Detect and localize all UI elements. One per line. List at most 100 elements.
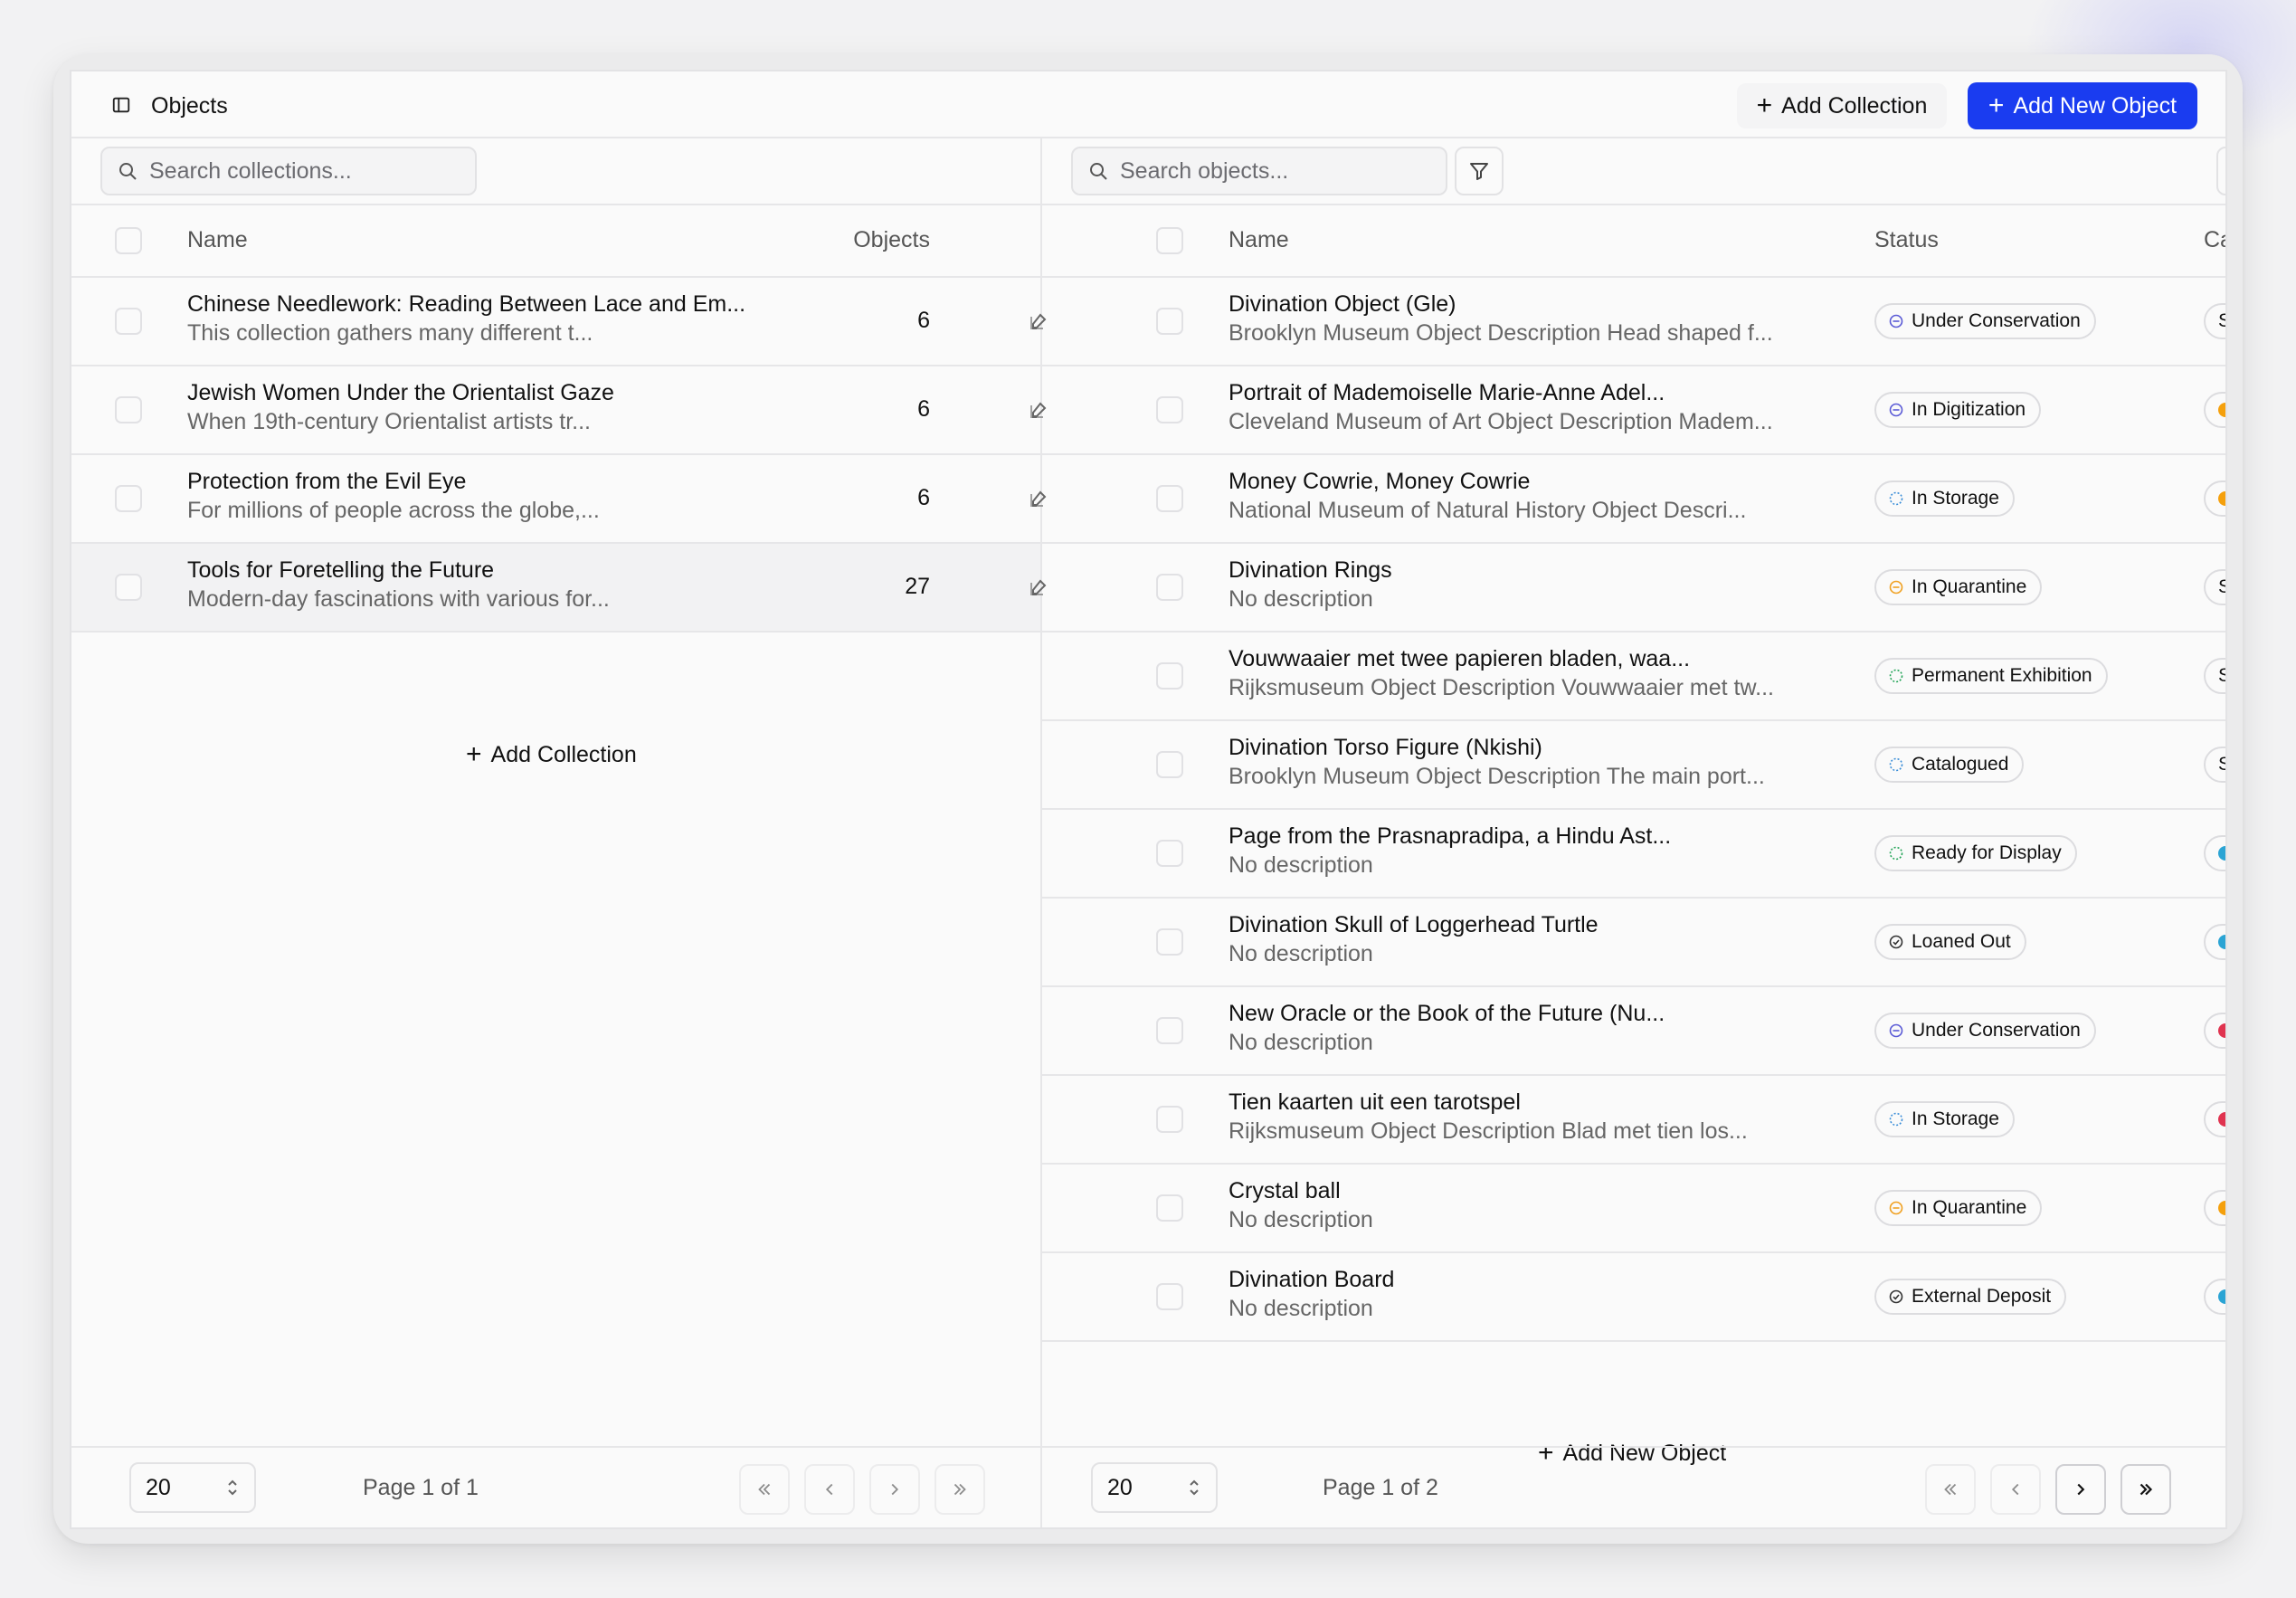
collections-table-header: Name Objects [71, 205, 1040, 278]
row-checkbox[interactable] [1156, 840, 1183, 867]
row-checkbox[interactable] [1156, 485, 1183, 512]
add-new-object-label: Add New Object [2013, 92, 2177, 119]
status-badge: Ready for Display [1874, 835, 2077, 871]
collections-search-input[interactable]: Search collections... [100, 147, 477, 195]
row-checkbox[interactable] [115, 308, 142, 335]
page-size-select[interactable]: 20 [1091, 1462, 1218, 1513]
object-row[interactable]: Portrait of Mademoiselle Marie-Anne Adel… [1042, 366, 2225, 455]
next-page-button[interactable] [869, 1464, 920, 1515]
page-info: Page 1 of 2 [1323, 1475, 1438, 1500]
collection-row[interactable]: Tools for Foretelling the Future Modern-d… [71, 544, 1047, 633]
object-description: No description [1229, 852, 1373, 878]
status-label: Ready for Display [1912, 842, 2062, 863]
category-dot [2218, 1112, 2225, 1127]
sidebar-toggle-icon[interactable] [111, 95, 131, 115]
object-row[interactable]: Money Cowrie, Money Cowrie National Museu… [1042, 455, 2225, 544]
category-badge: Metalwork [2204, 835, 2225, 871]
row-checkbox[interactable] [1156, 662, 1183, 690]
add-collection-button[interactable]: + Add Collection [1737, 83, 1947, 128]
status-badge: Catalogued [1874, 747, 2025, 783]
row-checkbox[interactable] [1156, 1106, 1183, 1133]
object-row[interactable]: Page from the Prasnapradipa, a Hindu Ast… [1042, 810, 2225, 899]
object-title: Tien kaarten uit een tarotspel [1229, 1089, 1521, 1115]
collection-row[interactable]: Protection from the Evil Eye For millions… [71, 455, 1047, 544]
object-description: No description [1229, 1296, 1373, 1321]
status-label: Loaned Out [1912, 931, 2011, 952]
add-collection-link[interactable]: + Add Collection [466, 741, 637, 768]
select-all-checkbox[interactable] [1156, 227, 1183, 254]
row-checkbox[interactable] [1156, 1017, 1183, 1044]
last-page-button[interactable] [2120, 1464, 2171, 1515]
row-checkbox[interactable] [1156, 1283, 1183, 1310]
category-badge: Metalwork [2204, 924, 2225, 960]
next-page-button[interactable] [2055, 1464, 2106, 1515]
collection-object-count: 6 [917, 396, 930, 422]
row-checkbox[interactable] [115, 485, 142, 512]
object-row[interactable]: Divination Rings No description In Quarant… [1042, 544, 2225, 633]
object-row[interactable]: Divination Board No description External D… [1042, 1253, 2225, 1342]
objects-search-input[interactable]: Search objects... [1071, 147, 1447, 195]
select-all-checkbox[interactable] [115, 227, 142, 254]
objects-pagination: 20 Page 1 of 2 [1042, 1446, 2225, 1527]
collection-row[interactable]: Chinese Needlework: Reading Between Lace… [71, 278, 1047, 366]
category-label: Sculpture [2218, 665, 2225, 687]
row-checkbox[interactable] [1156, 574, 1183, 601]
first-page-button[interactable] [739, 1464, 790, 1515]
collection-description: This collection gathers many different t… [187, 320, 593, 346]
last-page-button[interactable] [935, 1464, 985, 1515]
status-label: In Quarantine [1912, 1197, 2027, 1218]
page-size-select[interactable]: 20 [129, 1462, 256, 1513]
collection-object-count: 27 [905, 574, 930, 599]
settings-button[interactable] [2216, 147, 2225, 195]
row-checkbox[interactable] [1156, 1194, 1183, 1222]
add-collection-label: Add Collection [1781, 92, 1928, 119]
collections-search-row: Search collections... [71, 138, 1040, 205]
status-badge: In Digitization [1874, 392, 2042, 428]
objects-search-row: Search objects... [1042, 138, 2225, 205]
row-checkbox[interactable] [1156, 308, 1183, 335]
object-row[interactable]: Divination Skull of Loggerhead Turtle No … [1042, 899, 2225, 987]
collection-row[interactable]: Jewish Women Under the Orientalist Gaze W… [71, 366, 1047, 455]
dashed-circle-icon [1889, 846, 1903, 861]
objects-search-placeholder: Search objects... [1120, 157, 1289, 184]
chevron-left-icon [2011, 1483, 2019, 1496]
category-badge: Sculpture [2204, 747, 2225, 783]
row-checkbox[interactable] [115, 396, 142, 423]
first-page-button[interactable] [1925, 1464, 1976, 1515]
check-circle-icon [1889, 1289, 1903, 1304]
top-bar: Objects + Add Collection + Add New Objec… [71, 71, 2225, 138]
object-row[interactable]: Divination Object (Gle) Brooklyn Museum O… [1042, 278, 2225, 366]
row-checkbox[interactable] [1156, 751, 1183, 778]
row-checkbox[interactable] [1156, 396, 1183, 423]
category-badge: Ceramics [2204, 1190, 2225, 1226]
row-checkbox[interactable] [115, 574, 142, 601]
category-dot [2218, 403, 2225, 417]
dashed-circle-icon [1889, 757, 1903, 772]
category-badge: Metalwork [2204, 1279, 2225, 1315]
object-row[interactable]: New Oracle or the Book of the Future (Nu… [1042, 987, 2225, 1076]
filter-button[interactable] [1455, 147, 1504, 195]
previous-page-button[interactable] [804, 1464, 855, 1515]
object-row[interactable]: Divination Torso Figure (Nkishi) Brooklyn… [1042, 721, 2225, 810]
category-dot [2218, 935, 2225, 949]
objects-pane: Search objects... Name Status Categories… [1042, 138, 2225, 1527]
previous-page-button[interactable] [1990, 1464, 2041, 1515]
object-title: Divination Torso Figure (Nkishi) [1229, 735, 1542, 760]
column-name: Name [187, 227, 248, 252]
page-size-value: 20 [1107, 1474, 1133, 1500]
minus-circle-icon [1889, 580, 1903, 594]
add-new-object-button[interactable]: + Add New Object [1968, 82, 2197, 129]
object-description: Rijksmuseum Object Description Blad met … [1229, 1118, 1748, 1144]
object-row[interactable]: Tien kaarten uit een tarotspel Rijksmuseu… [1042, 1076, 2225, 1165]
collections-pane: Search collections... Name Objects Chine… [71, 138, 1047, 1527]
category-label: Sculpture [2218, 576, 2225, 598]
row-checkbox[interactable] [1156, 928, 1183, 956]
object-row[interactable]: Vouwwaaier met twee papieren bladen, waa… [1042, 633, 2225, 721]
collection-description: When 19th-century Orientalist artists tr… [187, 409, 591, 434]
object-title: Portrait of Mademoiselle Marie-Anne Adel… [1229, 380, 1665, 405]
dashed-circle-icon [1889, 1112, 1903, 1127]
status-label: Catalogued [1912, 754, 2009, 775]
status-label: In Quarantine [1912, 576, 2027, 597]
object-description: National Museum of Natural History Objec… [1229, 498, 1747, 523]
object-row[interactable]: Crystal ball No description In Quarantine C… [1042, 1165, 2225, 1253]
